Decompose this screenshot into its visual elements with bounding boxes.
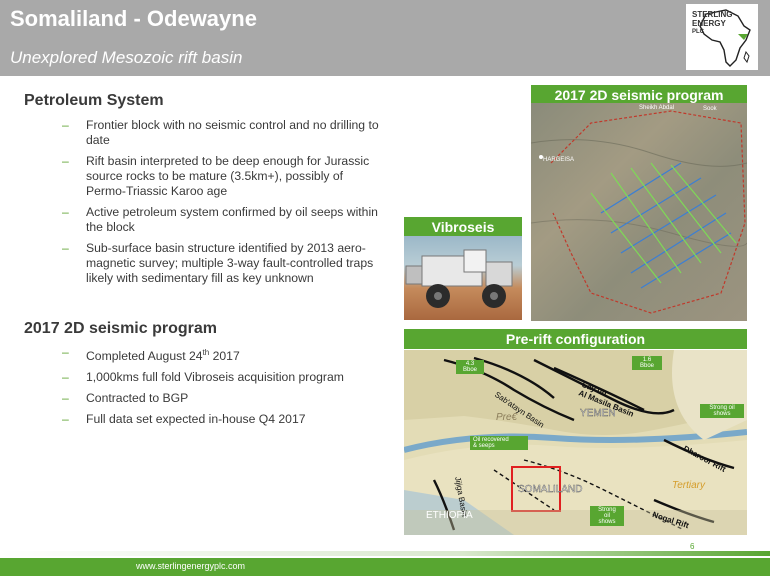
logo-wordmark: STERLING ENERGY PLC [692,10,733,35]
list-item: – Rift basin interpreted to be deep enoug… [62,154,370,198]
seismic-program-heading: 2017 2D seismic program [24,320,217,337]
page-number: 6 [690,542,695,551]
list-item: – Full data set expected in-house Q4 2017 [62,412,306,427]
age-label: Pre€ [496,412,518,423]
footer-website-link[interactable]: www.sterlingenergyplc.com [136,561,245,571]
seismic-survey-map: Sheikh Abdal Sook HARGEISA [531,103,747,321]
country-label: YEMEN [580,408,616,419]
list-item: – Frontier block with no seismic control … [62,118,379,147]
prerift-panel-title: Pre-rift configuration [404,329,747,349]
list-item: – Contracted to BGP [62,391,189,406]
company-logo: STERLING ENERGY PLC [686,4,758,70]
footer-bar [0,558,770,576]
seismic-lines-graphic [531,110,747,314]
list-item: – Completed August 24th 2017 [62,345,240,364]
vibroseis-truck-photo [404,236,522,320]
map-callout: Strong oil shows [700,404,744,418]
seismic-panel-title: 2017 2D seismic program [531,85,747,105]
list-item: – Sub-surface basin structure identified … [62,241,374,285]
slide-title: Somaliland - Odewayne [10,6,257,31]
country-label: ETHIOPIA [426,510,473,521]
list-item: – Active petroleum system confirmed by oi… [62,205,378,234]
rift-basins-graphic [404,350,747,535]
country-label: SOMALILAND [518,484,583,495]
footer-divider [0,551,770,556]
map-place-label: Sook [703,106,717,112]
map-place-label: HARGEISA [543,157,575,163]
vibroseis-truck-icon [405,249,513,308]
map-place-label: Sheikh Abdal [639,105,675,111]
map-callout: Oil recovered & seeps [470,436,528,450]
map-callout: 1.6 Bboe [632,356,662,370]
age-label: Tertiary [672,480,705,491]
map-callout: 4.3 Bboe [456,360,484,374]
vibroseis-panel-title: Vibroseis [404,217,522,237]
prerift-configuration-map: 4.3 Bboe 1.6 Bboe Sab'atayn Basin Say'un… [404,350,747,535]
petroleum-bullet-list: – Frontier block with no seismic control … [62,118,382,292]
slide-subtitle: Unexplored Mesozoic rift basin [10,48,243,67]
petroleum-system-heading: Petroleum System [24,92,164,109]
slide-header: Somaliland - Odewayne Unexplored Mesozoi… [0,0,770,76]
seismic-bullet-list: – Completed August 24th 2017 –1,000kms fu… [62,345,382,433]
map-callout: Strong oil shows [590,506,624,526]
list-item: –1,000kms full fold Vibroseis acquisitio… [62,370,344,385]
